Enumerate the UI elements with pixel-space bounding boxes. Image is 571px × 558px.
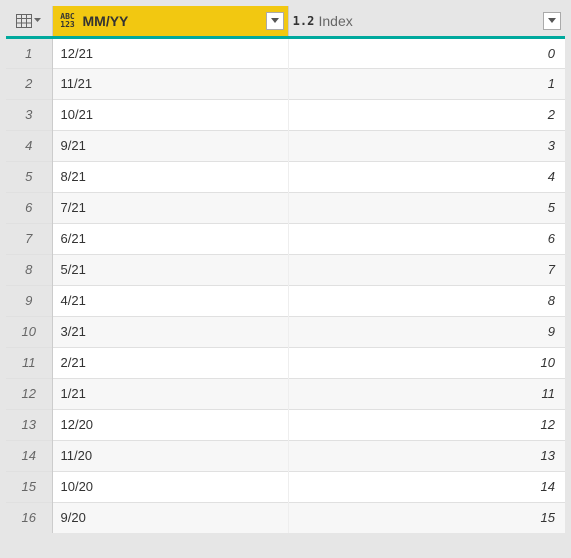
cell-index[interactable]: 1 (288, 68, 565, 99)
cell-index[interactable]: 6 (288, 223, 565, 254)
row-number[interactable]: 7 (6, 223, 52, 254)
table-row[interactable]: 112/2110 (6, 347, 565, 378)
cell-index[interactable]: 10 (288, 347, 565, 378)
cell-index[interactable]: 8 (288, 285, 565, 316)
cell-mmYY[interactable]: 1/21 (52, 378, 288, 409)
row-number[interactable]: 1 (6, 37, 52, 68)
cell-mmYY[interactable]: 12/20 (52, 409, 288, 440)
cell-mmYY[interactable]: 6/21 (52, 223, 288, 254)
table-row[interactable]: 1411/2013 (6, 440, 565, 471)
cell-index[interactable]: 4 (288, 161, 565, 192)
cell-index[interactable]: 3 (288, 130, 565, 161)
table-row[interactable]: 211/211 (6, 68, 565, 99)
corner-cell[interactable] (6, 6, 52, 37)
cell-index[interactable]: 5 (288, 192, 565, 223)
row-number[interactable]: 13 (6, 409, 52, 440)
cell-index[interactable]: 9 (288, 316, 565, 347)
chevron-down-icon (548, 18, 556, 24)
cell-index[interactable]: 15 (288, 502, 565, 533)
cell-mmYY[interactable]: 2/21 (52, 347, 288, 378)
chevron-down-icon (34, 18, 41, 23)
cell-mmYY[interactable]: 12/21 (52, 37, 288, 68)
table-row[interactable]: 1312/2012 (6, 409, 565, 440)
cell-index[interactable]: 0 (288, 37, 565, 68)
table-row[interactable]: 76/216 (6, 223, 565, 254)
table-row[interactable]: 310/212 (6, 99, 565, 130)
cell-index[interactable]: 12 (288, 409, 565, 440)
row-number[interactable]: 4 (6, 130, 52, 161)
row-number[interactable]: 5 (6, 161, 52, 192)
cell-mmYY[interactable]: 5/21 (52, 254, 288, 285)
cell-index[interactable]: 14 (288, 471, 565, 502)
cell-mmYY[interactable]: 9/21 (52, 130, 288, 161)
row-number[interactable]: 6 (6, 192, 52, 223)
row-number[interactable]: 8 (6, 254, 52, 285)
row-number[interactable]: 3 (6, 99, 52, 130)
row-number[interactable]: 12 (6, 378, 52, 409)
table-row[interactable]: 169/2015 (6, 502, 565, 533)
cell-index[interactable]: 7 (288, 254, 565, 285)
filter-button[interactable] (266, 12, 284, 30)
datatype-decimal-icon[interactable]: 1.2 (293, 15, 315, 27)
table-row[interactable]: 67/215 (6, 192, 565, 223)
table-row[interactable]: 1510/2014 (6, 471, 565, 502)
table-row[interactable]: 49/213 (6, 130, 565, 161)
row-number[interactable]: 11 (6, 347, 52, 378)
row-number[interactable]: 9 (6, 285, 52, 316)
cell-index[interactable]: 11 (288, 378, 565, 409)
cell-index[interactable]: 2 (288, 99, 565, 130)
cell-mmYY[interactable]: 7/21 (52, 192, 288, 223)
cell-mmYY[interactable]: 11/21 (52, 68, 288, 99)
cell-mmYY[interactable]: 8/21 (52, 161, 288, 192)
cell-mmYY[interactable]: 3/21 (52, 316, 288, 347)
datatype-any-icon[interactable]: ABC 123 (57, 13, 79, 29)
header-row: ABC 123 MM/YY 1.2 Index (6, 6, 565, 37)
data-table: ABC 123 MM/YY 1.2 Index (6, 6, 565, 533)
table-row[interactable]: 103/219 (6, 316, 565, 347)
cell-mmYY[interactable]: 10/20 (52, 471, 288, 502)
row-number[interactable]: 15 (6, 471, 52, 502)
table-row[interactable]: 121/2111 (6, 378, 565, 409)
cell-mmYY[interactable]: 11/20 (52, 440, 288, 471)
chevron-down-icon (271, 18, 279, 24)
cell-mmYY[interactable]: 10/21 (52, 99, 288, 130)
table-options-button[interactable] (6, 7, 52, 34)
table-icon (16, 14, 32, 28)
column-label: MM/YY (83, 13, 262, 29)
row-number[interactable]: 10 (6, 316, 52, 347)
table-row[interactable]: 85/217 (6, 254, 565, 285)
cell-mmYY[interactable]: 4/21 (52, 285, 288, 316)
row-number[interactable]: 14 (6, 440, 52, 471)
table-row[interactable]: 58/214 (6, 161, 565, 192)
table-row[interactable]: 112/210 (6, 37, 565, 68)
row-number[interactable]: 16 (6, 502, 52, 533)
column-header-index[interactable]: 1.2 Index (288, 6, 565, 37)
table-row[interactable]: 94/218 (6, 285, 565, 316)
column-label: Index (319, 13, 540, 29)
filter-button[interactable] (543, 12, 561, 30)
cell-index[interactable]: 13 (288, 440, 565, 471)
row-number[interactable]: 2 (6, 68, 52, 99)
column-header-mmYY[interactable]: ABC 123 MM/YY (52, 6, 288, 37)
cell-mmYY[interactable]: 9/20 (52, 502, 288, 533)
